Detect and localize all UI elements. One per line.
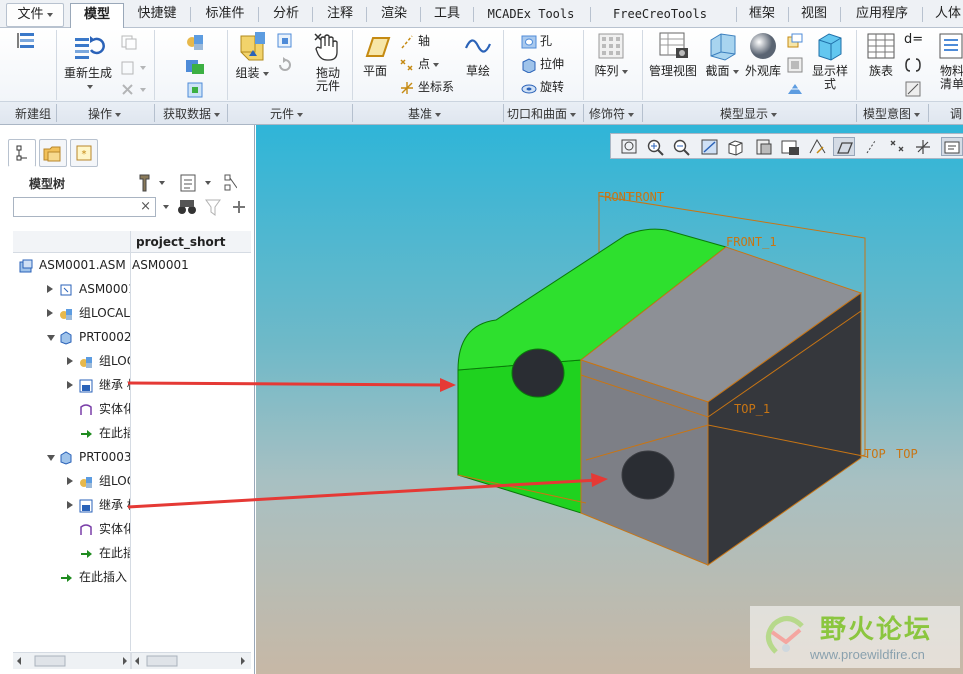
red-arrow-icon <box>127 473 608 509</box>
watermark-title: 野火论坛 <box>820 615 933 645</box>
annotation-arrows <box>127 378 608 509</box>
watermark-url: www.proewildfire.cn <box>810 647 925 662</box>
forum-logo-icon <box>766 616 804 654</box>
red-arrow-icon <box>127 378 456 392</box>
